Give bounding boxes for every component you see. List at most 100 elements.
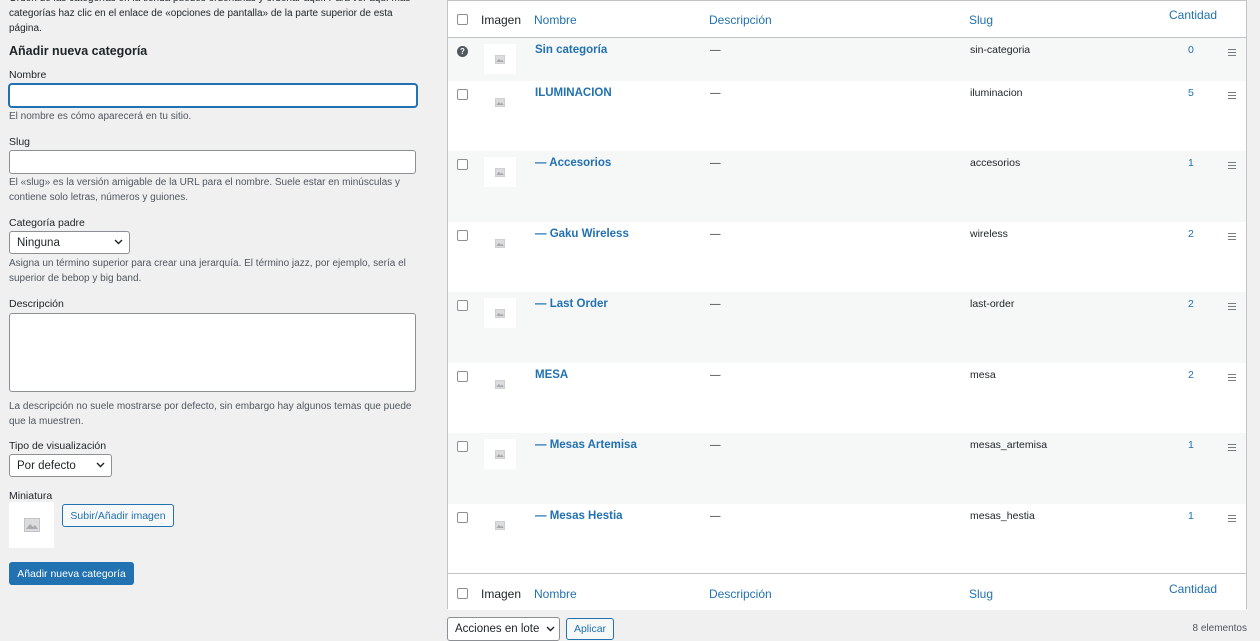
category-count-link[interactable]: 1 — [1188, 157, 1194, 169]
category-count-link[interactable]: 5 — [1188, 87, 1194, 99]
category-name-link[interactable]: — Mesas Artemisa — [535, 439, 637, 451]
chevron-down-icon — [89, 460, 111, 471]
table-row: — Mesas Hestia — mesas_hestia 1 — [448, 504, 1246, 573]
category-name-link[interactable]: ILUMINACION — [535, 87, 612, 99]
select-all-checkbox-footer[interactable] — [457, 588, 468, 599]
column-description[interactable]: Descripción — [709, 13, 772, 27]
category-thumbnail — [484, 44, 516, 74]
bulk-actions-select[interactable]: Acciones en lote — [447, 617, 560, 641]
column-count-footer[interactable]: Cantidad — [1169, 582, 1217, 596]
category-description: — — [710, 87, 721, 99]
drag-handle-icon[interactable] — [1228, 374, 1236, 381]
category-name-link[interactable]: — Gaku Wireless — [535, 228, 629, 240]
drag-handle-icon[interactable] — [1228, 303, 1236, 310]
apply-button[interactable]: Aplicar — [566, 618, 614, 640]
category-name-link[interactable]: — Mesas Hestia — [535, 510, 623, 522]
column-slug[interactable]: Slug — [969, 13, 993, 27]
category-description: — — [710, 439, 721, 451]
table-row: — Accesorios — accesorios 1 — [448, 151, 1246, 222]
row-checkbox[interactable] — [457, 159, 468, 170]
column-image-footer: Imagen — [481, 587, 522, 601]
row-checkbox[interactable] — [457, 512, 468, 523]
display-type-select[interactable]: Por defecto — [9, 454, 112, 477]
category-thumbnail — [484, 439, 516, 469]
image-placeholder-icon — [495, 308, 505, 318]
category-name-link[interactable]: Sin categoría — [535, 44, 607, 56]
row-checkbox[interactable] — [457, 441, 468, 452]
slug-help: El «slug» es la versión amigable de la U… — [9, 177, 400, 203]
category-count-link[interactable]: 1 — [1188, 439, 1194, 451]
category-slug: sin-categoria — [970, 44, 1031, 56]
category-description: — — [710, 369, 721, 381]
upload-image-button[interactable]: Subir/Añadir imagen — [62, 504, 174, 527]
chevron-down-icon — [541, 623, 559, 635]
row-checkbox[interactable] — [457, 230, 468, 241]
category-name-link[interactable]: — Last Order — [535, 298, 608, 310]
help-icon[interactable]: ? — [457, 46, 468, 57]
drag-handle-icon[interactable] — [1228, 49, 1236, 56]
select-all-checkbox[interactable] — [457, 14, 468, 25]
category-name-link[interactable]: MESA — [535, 369, 568, 381]
category-slug: mesa — [970, 369, 996, 381]
table-row: — Last Order — last-order 2 — [448, 292, 1246, 363]
category-thumbnail — [484, 87, 516, 117]
table-row: — Gaku Wireless — wireless 2 — [448, 222, 1246, 292]
drag-handle-icon[interactable] — [1228, 162, 1236, 169]
column-count[interactable]: Cantidad — [1169, 8, 1217, 22]
bulk-actions-value: Acciones en lote — [455, 623, 540, 635]
table-row: MESA — mesa 2 — [448, 363, 1246, 433]
chevron-down-icon — [107, 237, 129, 248]
row-checkbox[interactable] — [457, 89, 468, 100]
drag-handle-icon[interactable] — [1228, 233, 1236, 240]
description-textarea[interactable] — [9, 313, 416, 392]
drag-handle-icon[interactable] — [1228, 515, 1236, 522]
category-slug: mesas_artemisa — [970, 439, 1048, 451]
category-thumbnail — [484, 369, 516, 399]
name-help: El nombre es cómo aparecerá en tu sitio. — [9, 111, 192, 122]
name-input[interactable] — [9, 84, 417, 107]
category-count-link[interactable]: 0 — [1188, 44, 1194, 56]
parent-label: Categoría padre — [9, 217, 85, 229]
category-count-link[interactable]: 2 — [1188, 228, 1194, 240]
drag-handle-icon[interactable] — [1228, 92, 1236, 99]
category-description: — — [710, 228, 721, 240]
image-placeholder-icon — [495, 379, 505, 389]
category-slug: last-order — [970, 298, 1015, 310]
category-description: — — [710, 44, 721, 56]
thumbnail-label: Miniatura — [9, 490, 53, 502]
image-placeholder-icon — [495, 97, 505, 107]
category-slug: mesas_hestia — [970, 510, 1035, 522]
image-placeholder-icon — [495, 238, 505, 248]
column-name[interactable]: Nombre — [534, 13, 577, 27]
display-type-value: Por defecto — [17, 459, 76, 472]
table-row: — Mesas Artemisa — mesas_artemisa 1 — [448, 433, 1246, 504]
category-slug: wireless — [970, 228, 1008, 240]
category-slug: iluminacion — [970, 87, 1023, 99]
category-count-link[interactable]: 2 — [1188, 298, 1194, 310]
category-thumbnail — [484, 228, 516, 258]
category-count-link[interactable]: 1 — [1188, 510, 1194, 522]
column-description-footer[interactable]: Descripción — [709, 587, 772, 601]
image-placeholder-icon — [23, 518, 40, 532]
display-type-label: Tipo de visualización — [9, 440, 107, 452]
image-placeholder-icon — [495, 520, 505, 530]
category-count-link[interactable]: 2 — [1188, 369, 1194, 381]
parent-help: Asigna un término superior para crear un… — [9, 258, 406, 284]
slug-input[interactable] — [9, 150, 416, 174]
description-help: La descripción no suele mostrarse por de… — [9, 401, 412, 427]
table-row: ILUMINACION — iluminacion 5 — [448, 81, 1246, 151]
form-title: Añadir nueva categoría — [9, 44, 148, 58]
category-name-link[interactable]: — Accesorios — [535, 157, 611, 169]
category-thumbnail — [484, 157, 516, 187]
table-header: Imagen Nombre Descripción Slug Cantidad — [448, 1, 1246, 38]
parent-select[interactable]: Ninguna — [9, 231, 130, 254]
add-category-button[interactable]: Añadir nueva categoría — [9, 562, 134, 585]
thumbnail-preview — [9, 502, 54, 548]
column-slug-footer[interactable]: Slug — [969, 587, 993, 601]
intro-text: Orden de las categorías en la tienda pue… — [9, 0, 410, 34]
row-checkbox[interactable] — [457, 300, 468, 311]
drag-handle-icon[interactable] — [1228, 444, 1236, 451]
column-name-footer[interactable]: Nombre — [534, 587, 577, 601]
row-checkbox[interactable] — [457, 371, 468, 382]
column-image: Imagen — [481, 13, 522, 27]
